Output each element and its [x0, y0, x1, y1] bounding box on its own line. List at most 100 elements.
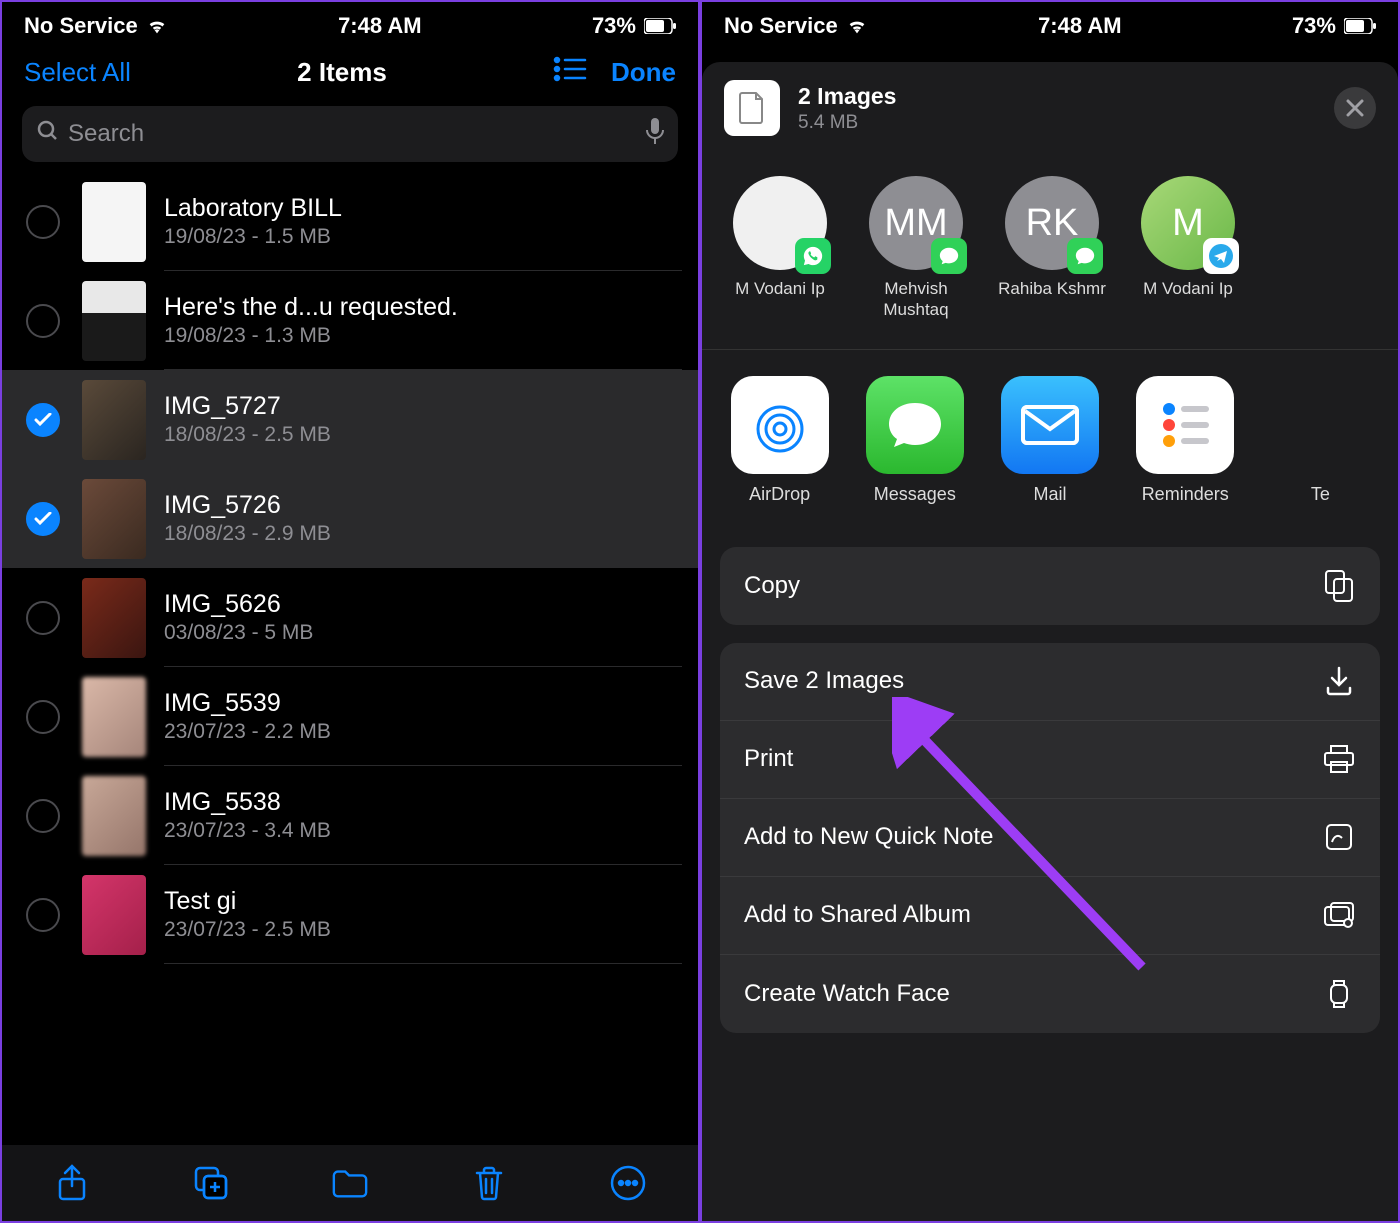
nav-title: 2 Items [297, 57, 387, 88]
app-item[interactable]: AirDrop [724, 376, 835, 505]
file-thumbnail [82, 578, 146, 658]
file-name: IMG_5626 [164, 590, 682, 619]
app-item[interactable]: Mail [994, 376, 1105, 505]
app-item[interactable]: Te [1265, 376, 1376, 505]
contact-name: M Vodani Ip [1143, 278, 1233, 299]
contact-item[interactable]: MM Mehvish Mushtaq [860, 176, 972, 321]
share-sheet-header: 2 Images 5.4 MB [702, 62, 1398, 154]
duplicate-button[interactable] [192, 1164, 230, 1202]
file-row[interactable]: IMG_5538 23/07/23 - 3.4 MB [2, 766, 698, 865]
select-checkbox[interactable] [26, 502, 60, 536]
contact-name: Rahiba Kshmr [998, 278, 1106, 299]
action-album[interactable]: Add to Shared Album [720, 877, 1380, 955]
file-list: Laboratory BILL 19/08/23 - 1.5 MB Here's… [2, 172, 698, 1182]
file-row[interactable]: IMG_5539 23/07/23 - 2.2 MB [2, 667, 698, 766]
mic-icon[interactable] [646, 118, 664, 151]
app-name: Reminders [1142, 484, 1229, 505]
app-icon [1271, 376, 1369, 474]
action-note[interactable]: Add to New Quick Note [720, 799, 1380, 877]
download-icon [1322, 664, 1356, 698]
file-row[interactable]: Here's the d...u requested. 19/08/23 - 1… [2, 271, 698, 370]
carrier-text: No Service [24, 13, 138, 39]
album-icon [1322, 898, 1356, 932]
file-thumbnail [82, 380, 146, 460]
contact-avatar: M [1141, 176, 1235, 270]
search-field[interactable]: Search [22, 106, 678, 162]
select-checkbox[interactable] [26, 205, 60, 239]
app-icon [1001, 376, 1099, 474]
action-print[interactable]: Print [720, 721, 1380, 799]
file-name: Here's the d...u requested. [164, 293, 682, 322]
app-icon [866, 376, 964, 474]
phone-left-files: No Service 7:48 AM 73% Select All 2 Item… [0, 0, 700, 1223]
trash-button[interactable] [470, 1164, 508, 1202]
copy-icon [1322, 569, 1356, 603]
status-time: 7:48 AM [338, 13, 422, 39]
action-label: Save 2 Images [744, 667, 904, 695]
app-name: Messages [874, 484, 956, 505]
close-button[interactable] [1334, 87, 1376, 129]
select-checkbox[interactable] [26, 601, 60, 635]
app-name: Te [1311, 484, 1330, 505]
file-row[interactable]: IMG_5626 03/08/23 - 5 MB [2, 568, 698, 667]
select-checkbox[interactable] [26, 799, 60, 833]
share-sheet: 2 Images 5.4 MB M Vodani Ip MM Mehvish M… [702, 62, 1398, 1221]
sheet-title: 2 Images [798, 83, 1316, 110]
file-row[interactable]: IMG_5727 18/08/23 - 2.5 MB [2, 370, 698, 469]
contact-avatar: MM [869, 176, 963, 270]
file-name: Test gi [164, 887, 682, 916]
battery-text: 73% [1292, 13, 1336, 39]
share-button[interactable] [53, 1164, 91, 1202]
file-thumbnail [82, 875, 146, 955]
file-meta: 18/08/23 - 2.9 MB [164, 522, 682, 546]
file-meta: 23/07/23 - 3.4 MB [164, 819, 682, 843]
file-name: IMG_5726 [164, 491, 682, 520]
app-icon [731, 376, 829, 474]
file-row[interactable]: IMG_5726 18/08/23 - 2.9 MB [2, 469, 698, 568]
battery-icon [1344, 18, 1376, 34]
apps-row: AirDrop Messages Mail Reminders Te [702, 350, 1398, 529]
file-row[interactable]: Laboratory BILL 19/08/23 - 1.5 MB [2, 172, 698, 271]
select-checkbox[interactable] [26, 403, 60, 437]
contact-item[interactable]: RK Rahiba Kshmr [996, 176, 1108, 321]
file-thumbnail [82, 479, 146, 559]
contact-name: M Vodani Ip [735, 278, 825, 299]
file-meta: 03/08/23 - 5 MB [164, 621, 682, 645]
file-name: IMG_5538 [164, 788, 682, 817]
search-icon [36, 119, 60, 150]
battery-icon [644, 18, 676, 34]
actions-primary-block: Copy [720, 547, 1380, 625]
select-all-button[interactable]: Select All [24, 57, 131, 88]
app-name: AirDrop [749, 484, 810, 505]
list-view-icon[interactable] [553, 56, 587, 89]
select-checkbox[interactable] [26, 700, 60, 734]
action-label: Create Watch Face [744, 980, 950, 1008]
file-row[interactable]: Test gi 23/07/23 - 2.5 MB [2, 865, 698, 964]
action-download[interactable]: Save 2 Images [720, 643, 1380, 721]
file-name: IMG_5727 [164, 392, 682, 421]
print-icon [1322, 742, 1356, 776]
phone-right-share-sheet: No Service 7:48 AM 73% 2 Images 5.4 MB [700, 0, 1400, 1223]
contact-name: Mehvish Mushtaq [860, 278, 972, 321]
app-item[interactable]: Reminders [1130, 376, 1241, 505]
contact-item[interactable]: M Vodani Ip [724, 176, 836, 321]
folder-button[interactable] [331, 1164, 369, 1202]
app-item[interactable]: Messages [859, 376, 970, 505]
file-thumbnail [82, 677, 146, 757]
contact-item[interactable]: M M Vodani Ip [1132, 176, 1244, 321]
search-placeholder: Search [68, 120, 646, 148]
file-thumbnail [82, 776, 146, 856]
file-thumbnail [82, 182, 146, 262]
action-copy[interactable]: Copy [720, 547, 1380, 625]
sheet-thumbnail [724, 80, 780, 136]
nav-bar: Select All 2 Items Done [2, 42, 698, 102]
select-checkbox[interactable] [26, 304, 60, 338]
more-button[interactable] [609, 1164, 647, 1202]
select-checkbox[interactable] [26, 898, 60, 932]
status-bar: No Service 7:48 AM 73% [2, 2, 698, 42]
file-meta: 19/08/23 - 1.5 MB [164, 225, 682, 249]
action-label: Print [744, 745, 793, 773]
action-watch[interactable]: Create Watch Face [720, 955, 1380, 1033]
contacts-row: M Vodani Ip MM Mehvish Mushtaq RK Rahiba… [702, 154, 1398, 350]
done-button[interactable]: Done [611, 57, 676, 88]
